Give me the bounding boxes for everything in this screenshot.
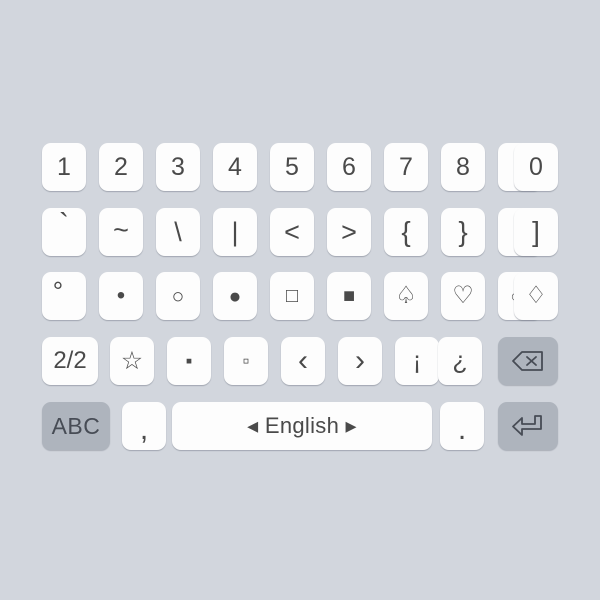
key-right-curly-brace[interactable]: }: [441, 208, 485, 256]
key-label: 1: [57, 152, 71, 181]
key-label: ¡: [412, 346, 422, 375]
key-black-circle[interactable]: ●: [213, 272, 257, 320]
key-label: .: [457, 413, 467, 446]
key-single-right-angle-quote[interactable]: ›: [338, 337, 382, 385]
key-heart-suit[interactable]: ♡: [441, 272, 485, 320]
key-greater-than[interactable]: >: [327, 208, 371, 256]
key-label: •: [116, 282, 126, 309]
key-label: ■: [342, 285, 356, 307]
key-label: ○: [171, 284, 185, 308]
key-5[interactable]: 5: [270, 143, 314, 191]
key-1[interactable]: 1: [42, 143, 86, 191]
key-label: 2: [114, 152, 128, 181]
key-label: 6: [342, 152, 356, 181]
key-label: 3: [171, 152, 185, 181]
key-label: ♡: [452, 282, 474, 309]
key-period[interactable]: .: [440, 402, 484, 450]
backspace-icon: [511, 350, 545, 372]
key-less-than[interactable]: <: [270, 208, 314, 256]
key-label: ●: [228, 284, 242, 308]
key-enter[interactable]: [498, 402, 558, 450]
key-pipe[interactable]: |: [213, 208, 257, 256]
key-label: ▪: [185, 350, 193, 372]
key-label: ¿: [452, 346, 468, 375]
key-bullet[interactable]: •: [99, 272, 143, 320]
key-label: {: [401, 216, 411, 247]
key-black-square[interactable]: ■: [327, 272, 371, 320]
key-comma[interactable]: ,: [122, 402, 166, 450]
key-page-indicator[interactable]: 2/2: [42, 337, 98, 385]
key-degree-sign[interactable]: °: [42, 272, 86, 320]
key-label: ♤: [395, 282, 417, 309]
key-tilde[interactable]: ~: [99, 208, 143, 256]
key-7[interactable]: 7: [384, 143, 428, 191]
space-language-label: ◂ English ▸: [247, 413, 357, 438]
on-screen-keyboard: 1 2 3 4 5 6 7 8 9 0 ` ~ \ | < > { } [ ] …: [0, 0, 600, 600]
key-label: ›: [355, 344, 365, 377]
key-label: ~: [113, 214, 129, 245]
key-right-square-bracket[interactable]: ]: [514, 208, 558, 256]
key-white-star[interactable]: ☆: [110, 337, 154, 385]
key-label: 8: [456, 152, 470, 181]
key-label: ,: [139, 413, 149, 446]
key-space[interactable]: ◂ English ▸: [172, 402, 432, 450]
key-label: <: [284, 216, 300, 247]
key-label: ‹: [298, 344, 308, 377]
enter-icon: [511, 414, 545, 438]
key-label: >: [341, 216, 357, 247]
key-4[interactable]: 4: [213, 143, 257, 191]
key-label: ♢: [525, 282, 547, 309]
key-label: ABC: [51, 412, 101, 439]
key-label: 5: [285, 152, 299, 181]
key-left-curly-brace[interactable]: {: [384, 208, 428, 256]
key-label: 2/2: [53, 347, 87, 374]
key-label: 7: [399, 152, 413, 181]
key-label: ]: [532, 216, 540, 247]
key-abc[interactable]: ABC: [42, 402, 110, 450]
key-grave-accent[interactable]: `: [42, 208, 86, 256]
key-2[interactable]: 2: [99, 143, 143, 191]
key-inverted-exclamation[interactable]: ¡: [395, 337, 439, 385]
key-8[interactable]: 8: [441, 143, 485, 191]
key-inverted-question[interactable]: ¿: [438, 337, 482, 385]
key-label: |: [231, 216, 239, 247]
key-3[interactable]: 3: [156, 143, 200, 191]
key-white-square[interactable]: □: [270, 272, 314, 320]
key-white-small-square[interactable]: ▫: [224, 337, 268, 385]
key-black-small-square[interactable]: ▪: [167, 337, 211, 385]
key-label: °: [52, 276, 64, 306]
key-label: }: [458, 216, 468, 247]
key-6[interactable]: 6: [327, 143, 371, 191]
key-label: ☆: [120, 346, 144, 375]
key-0[interactable]: 0: [514, 143, 558, 191]
key-diamond-suit[interactable]: ♢: [514, 272, 558, 320]
key-label: 4: [228, 152, 242, 181]
key-label: □: [285, 285, 299, 307]
key-spade-suit[interactable]: ♤: [384, 272, 428, 320]
key-white-circle[interactable]: ○: [156, 272, 200, 320]
key-single-left-angle-quote[interactable]: ‹: [281, 337, 325, 385]
key-label: `: [59, 208, 69, 241]
key-label: 0: [529, 152, 543, 181]
key-backslash[interactable]: \: [156, 208, 200, 256]
key-backspace[interactable]: [498, 337, 558, 385]
key-label: \: [174, 216, 182, 247]
key-label: ▫: [242, 350, 250, 372]
